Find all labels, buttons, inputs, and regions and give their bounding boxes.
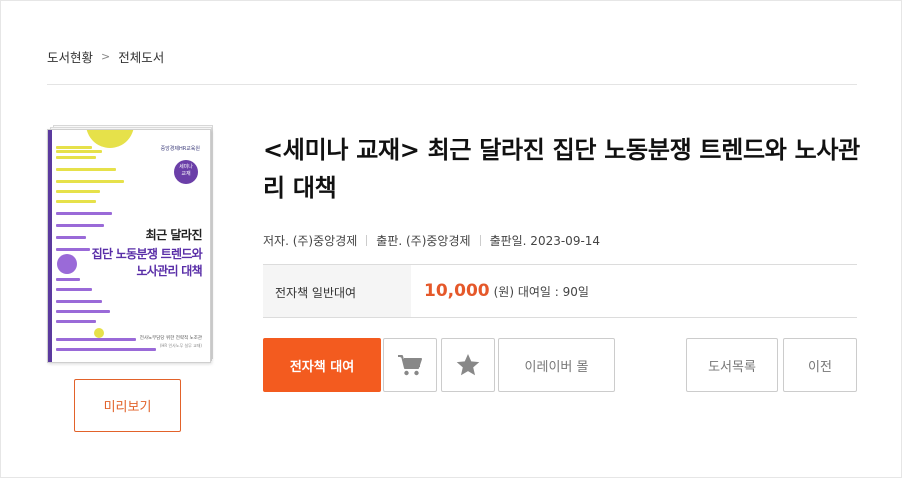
cover-seminar-badge: 세미나 교재 (174, 160, 198, 184)
rental-period: 대여일 : 90일 (517, 284, 589, 299)
cover-title-line: 집단 노동분쟁 트렌드와 (91, 247, 203, 261)
cover-footer-text: 전사노무담당 위한 전략적 노조관 (139, 336, 202, 341)
cover-stripe (56, 348, 156, 351)
cover-stripe (56, 320, 96, 323)
cover-stripe (56, 180, 124, 183)
preview-button[interactable]: 미리보기 (74, 379, 181, 432)
favorite-button[interactable] (441, 338, 495, 392)
cover-stripe (56, 200, 96, 203)
divider (47, 84, 857, 85)
cover-footer-text: (HR 인사노무 실무 교재) (159, 343, 202, 348)
meta-divider (479, 235, 481, 246)
cover-stripe (56, 150, 102, 153)
chevron-right-icon: > (101, 50, 111, 63)
cover-publisher-mark: 중앙경제HR교육원 (160, 146, 200, 152)
cover-yellow-dot (94, 328, 104, 338)
cover-stripe (56, 310, 110, 313)
breadcrumb-current[interactable]: 전체도서 (118, 47, 164, 66)
cover-stripe (56, 248, 90, 251)
cover-stripe (56, 288, 92, 291)
cart-icon (398, 355, 422, 376)
price-value: 10,000 (원) 대여일 : 90일 (411, 265, 589, 317)
cover-stripe (56, 146, 92, 149)
cover-title-line: 노사관리 대책 (136, 264, 202, 278)
price-row: 전자책 일반대여 10,000 (원) 대여일 : 90일 (263, 264, 857, 318)
cover-sun-graphic (86, 130, 134, 148)
cover-stripe (56, 224, 104, 227)
cover-purple-circle (57, 254, 77, 274)
cover-stripe (56, 300, 102, 303)
book-cover[interactable]: 중앙경제HR교육원 세미나 교재 최근 달라진 집단 노동분쟁 트렌드와 노사관… (47, 125, 213, 363)
book-author: 저자. (주)중앙경제 (263, 234, 358, 248)
star-icon (456, 353, 480, 376)
price-label: 전자책 일반대여 (263, 265, 411, 317)
ebook-rent-button[interactable]: 전자책 대여 (263, 338, 381, 392)
price-unit: (원) (493, 284, 515, 299)
cover-stripe (56, 236, 86, 239)
book-pub-date: 출판일. 2023-09-14 (489, 234, 601, 248)
breadcrumb: 도서현황 > 전체도서 (47, 47, 164, 66)
cart-button[interactable] (383, 338, 437, 392)
cover-stripe (56, 156, 96, 159)
cover-stripe (56, 190, 100, 193)
cover-stripe (56, 168, 116, 171)
elabor-mall-button[interactable]: 이레이버 몰 (498, 338, 615, 392)
book-meta: 저자. (주)중앙경제 출판. (주)중앙경제 출판일. 2023-09-14 (263, 232, 600, 249)
back-button[interactable]: 이전 (783, 338, 857, 392)
book-list-button[interactable]: 도서목록 (686, 338, 778, 392)
price-amount: 10,000 (424, 281, 490, 301)
book-publisher: 출판. (주)중앙경제 (376, 234, 471, 248)
cover-stripe (56, 338, 136, 341)
cover-stripe (56, 278, 80, 281)
badge-line: 교재 (181, 171, 191, 177)
cover-spine (48, 130, 52, 362)
book-cover-image: 중앙경제HR교육원 세미나 교재 최근 달라진 집단 노동분쟁 트렌드와 노사관… (47, 129, 211, 363)
cover-title-line: 최근 달라진 (145, 228, 203, 242)
meta-divider (366, 235, 368, 246)
badge-line: 세미나 (179, 164, 193, 170)
breadcrumb-home-link[interactable]: 도서현황 (47, 47, 93, 66)
book-title: <세미나 교재> 최근 달라진 집단 노동분쟁 트렌드와 노사관리 대책 (263, 136, 860, 202)
cover-stripe (56, 212, 112, 215)
